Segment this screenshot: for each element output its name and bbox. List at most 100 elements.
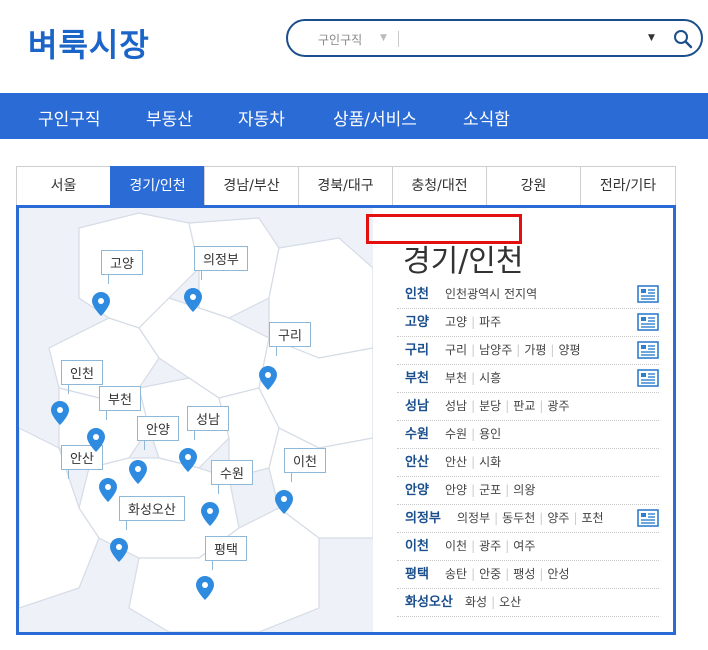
city-link[interactable]: 의정부 [457, 511, 490, 525]
divider: | [471, 315, 476, 329]
map-label-seongnam[interactable]: 성남 [187, 406, 229, 440]
region-name-link[interactable]: 이천 [405, 533, 429, 560]
city-link[interactable]: 안산 [445, 455, 467, 469]
map-label-icheon[interactable]: 이천 [284, 448, 326, 482]
city-link[interactable]: 여주 [513, 539, 535, 553]
nav-item-jobs[interactable]: 구인구직 [38, 105, 101, 130]
city-link[interactable]: 안성 [547, 567, 569, 581]
search-icon[interactable] [673, 29, 693, 49]
city-link[interactable]: 군포 [479, 483, 501, 497]
newspaper-icon[interactable] [637, 341, 659, 359]
map-pin-icon[interactable] [99, 478, 117, 502]
city-link[interactable]: 인천광역시 전지역 [445, 287, 537, 301]
tab-gyeongbuk-daegu[interactable]: 경북/대구 [298, 166, 392, 206]
city-link[interactable]: 수원 [445, 427, 467, 441]
nav-item-cars[interactable]: 자동차 [238, 105, 285, 130]
city-link[interactable]: 판교 [513, 399, 535, 413]
region-row: 부천 부천 | 시흥 [397, 365, 659, 393]
chevron-down-icon[interactable]: ▼ [380, 33, 387, 43]
tab-seoul[interactable]: 서울 [16, 166, 110, 206]
region-row: 성남 성남 | 분당 | 판교 | 광주 [397, 393, 659, 421]
city-link[interactable]: 구리 [445, 343, 467, 357]
map-pin-icon[interactable] [179, 448, 197, 472]
nav-item-news[interactable]: 소식함 [463, 105, 510, 130]
city-link[interactable]: 시화 [479, 455, 501, 469]
region-list: 인천 인천광역시 전지역 고양 고양 | 파주 구리 구리 | 남양주 | 가평 | 양평 부천 부천 | 시흥 성… [397, 281, 659, 617]
city-link[interactable]: 부천 [445, 371, 467, 385]
map-pin-icon[interactable] [259, 366, 277, 390]
map-label-uijeongbu[interactable]: 의정부 [194, 246, 248, 280]
nav-item-realestate[interactable]: 부동산 [146, 105, 193, 130]
newspaper-icon[interactable] [637, 509, 659, 527]
map-label-bucheon[interactable]: 부천 [99, 386, 141, 420]
map-label-suwon[interactable]: 수원 [211, 460, 253, 494]
region-name-link[interactable]: 의정부 [405, 505, 441, 532]
chevron-down-icon[interactable]: ▼ [648, 33, 655, 43]
map-pin-icon[interactable] [129, 460, 147, 484]
search-input[interactable] [406, 27, 636, 51]
city-link[interactable]: 분당 [479, 399, 501, 413]
city-link[interactable]: 양평 [558, 343, 580, 357]
city-link[interactable]: 남양주 [479, 343, 512, 357]
region-name-link[interactable]: 평택 [405, 561, 429, 588]
newspaper-icon[interactable] [637, 285, 659, 303]
tab-gyeonggi-incheon[interactable]: 경기/인천 [110, 166, 204, 206]
map-label-anyang[interactable]: 안양 [137, 416, 179, 450]
map-pin-icon[interactable] [275, 490, 293, 514]
site-logo[interactable]: 벼룩시장 [28, 20, 150, 66]
map-pin-icon[interactable] [92, 292, 110, 316]
map-pin-icon[interactable] [184, 288, 202, 312]
city-link[interactable]: 파주 [479, 315, 501, 329]
map-label-goyang[interactable]: 고양 [101, 250, 143, 284]
city-link[interactable]: 화성 [465, 595, 487, 609]
newspaper-icon[interactable] [637, 369, 659, 387]
city-link[interactable]: 광주 [479, 539, 501, 553]
map-pin-icon[interactable] [110, 538, 128, 562]
city-link[interactable]: 안양 [445, 483, 467, 497]
city-link[interactable]: 팽성 [513, 567, 535, 581]
tab-gyeongnam-busan[interactable]: 경남/부산 [204, 166, 298, 206]
region-name-link[interactable]: 성남 [405, 393, 429, 420]
city-links: 안산 | 시화 [445, 449, 501, 476]
map-pin-icon[interactable] [196, 576, 214, 600]
newspaper-icon[interactable] [637, 313, 659, 331]
region-name-link[interactable]: 구리 [405, 337, 429, 364]
city-link[interactable]: 광주 [547, 399, 569, 413]
map-label-pyeongtaek[interactable]: 평택 [205, 536, 247, 570]
tab-gangwon[interactable]: 강원 [486, 166, 580, 206]
region-row: 화성오산 화성 | 오산 [397, 589, 659, 617]
city-link[interactable]: 안중 [479, 567, 501, 581]
divider [398, 31, 399, 47]
city-link[interactable]: 오산 [499, 595, 521, 609]
map-pin-icon[interactable] [87, 428, 105, 452]
map-label-guri[interactable]: 구리 [269, 322, 311, 356]
city-link[interactable]: 고양 [445, 315, 467, 329]
city-link[interactable]: 성남 [445, 399, 467, 413]
city-link[interactable]: 포천 [581, 511, 603, 525]
city-link[interactable]: 시흥 [479, 371, 501, 385]
region-name-link[interactable]: 고양 [405, 309, 429, 336]
region-row: 안양 안양 | 군포 | 의왕 [397, 477, 659, 505]
region-panel: 고양 의정부 구리 인천 부천 안양 성남 안산 수원 이천 화성오산 평택 경… [16, 205, 676, 635]
city-link[interactable]: 송탄 [445, 567, 467, 581]
map-pin-icon[interactable] [51, 401, 69, 425]
region-name-link[interactable]: 안산 [405, 449, 429, 476]
city-link[interactable]: 가평 [524, 343, 546, 357]
tab-jeolla-etc[interactable]: 전라/기타 [580, 166, 676, 206]
region-name-link[interactable]: 부천 [405, 365, 429, 392]
region-name-link[interactable]: 안양 [405, 477, 429, 504]
city-link[interactable]: 의왕 [513, 483, 535, 497]
city-link[interactable]: 용인 [479, 427, 501, 441]
map-pin-icon[interactable] [201, 502, 219, 526]
city-link[interactable]: 이천 [445, 539, 467, 553]
nav-item-goods[interactable]: 상품/서비스 [333, 105, 417, 130]
region-name-link[interactable]: 인천 [405, 281, 429, 308]
map-label-hwaseong-osan[interactable]: 화성오산 [119, 496, 185, 530]
city-link[interactable]: 동두천 [502, 511, 535, 525]
region-name-link[interactable]: 화성오산 [405, 589, 453, 616]
search-category-select[interactable]: 구인구직 [318, 31, 362, 48]
tab-chungcheong-daejeon[interactable]: 충청/대전 [392, 166, 486, 206]
map-label-incheon[interactable]: 인천 [61, 360, 103, 394]
city-link[interactable]: 양주 [547, 511, 569, 525]
region-name-link[interactable]: 수원 [405, 421, 429, 448]
